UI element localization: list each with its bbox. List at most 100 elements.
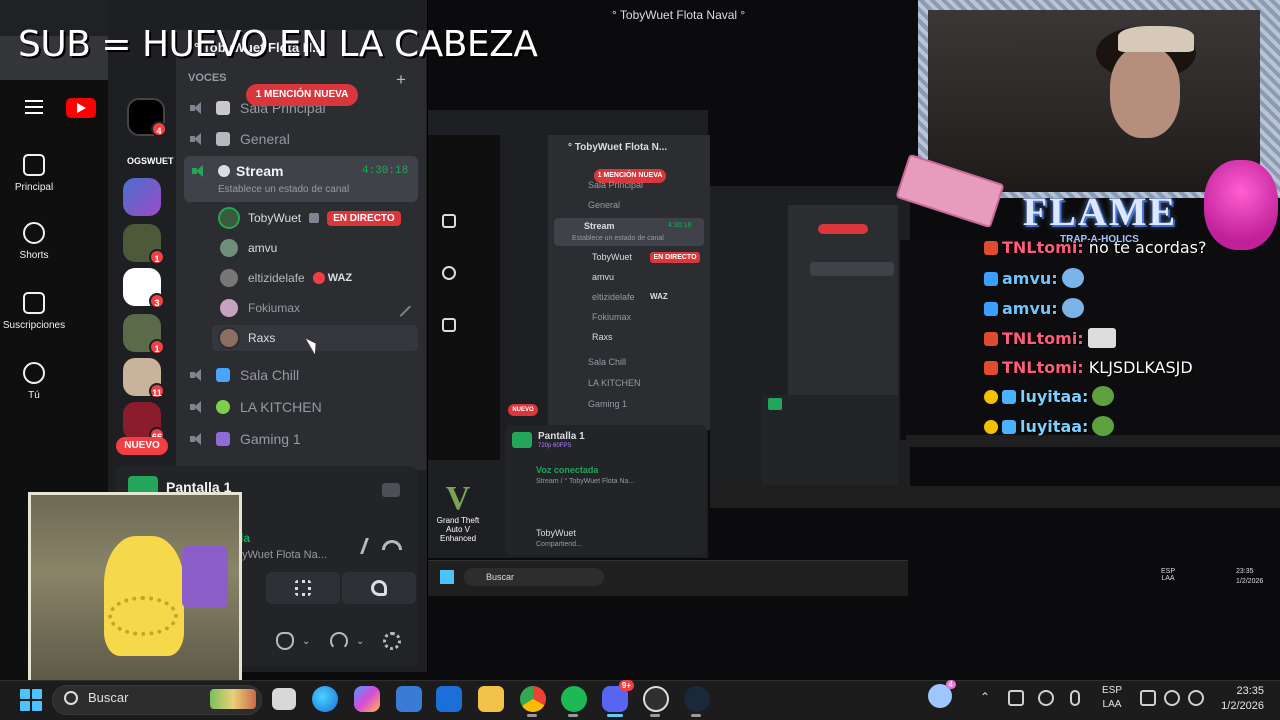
soundboard-icon — [371, 580, 387, 596]
gamepad-icon — [216, 432, 230, 446]
new-badge[interactable]: NUEVO — [116, 437, 168, 455]
category-header[interactable]: VOCES — [188, 72, 227, 84]
member-eltizidelafe[interactable]: eltizidelafe WAZ — [218, 266, 352, 290]
shorts-icon — [23, 222, 45, 244]
overlay-sub-text: SUB = HUEVO EN LA CABEZA — [18, 24, 538, 65]
chat-message: amvu: — [984, 268, 1084, 288]
microphone-tray-icon[interactable] — [1070, 690, 1080, 706]
sync-icon[interactable] — [1038, 690, 1054, 706]
nested-voice-connected: Voz conectada — [536, 465, 599, 475]
channel-emoji — [216, 368, 230, 382]
nested-mention-pill-2 — [818, 224, 868, 234]
pepe-emote-icon — [1092, 386, 1115, 406]
settings-gear-icon[interactable] — [383, 632, 401, 650]
server-icon-4[interactable]: 1 — [123, 224, 165, 265]
server-icon-ef[interactable]: 4 — [127, 98, 167, 137]
nested-new-badge: NUEVO — [508, 404, 538, 416]
badge-icon — [984, 302, 998, 316]
search-highlight-icon[interactable] — [210, 689, 256, 709]
server-icon-3[interactable] — [123, 178, 161, 216]
nav-item-subscriptions[interactable]: Suscripciones — [0, 292, 68, 331]
megaphone-icon — [216, 132, 230, 146]
display-icon[interactable] — [1140, 690, 1156, 706]
mention-pill[interactable]: 1 MENCIÓN NUEVA — [246, 84, 358, 106]
server-icon-en[interactable]: 3 — [123, 268, 165, 309]
start-button[interactable] — [20, 689, 42, 711]
activity-button[interactable] — [266, 572, 340, 604]
channel-status[interactable]: Establece un estado de canal — [218, 184, 349, 195]
member-tobywuet[interactable]: TobyWuet EN DIRECTO — [218, 206, 401, 230]
server-icon-7[interactable]: 11 — [123, 358, 165, 399]
avatar — [218, 327, 240, 349]
search-icon — [64, 691, 78, 705]
nav-item-shorts[interactable]: Shorts — [0, 222, 68, 261]
nested-voice-panel-2 — [762, 395, 898, 485]
window-title: ° TobyWuet Flota Naval ° — [612, 8, 746, 22]
server-icon-ny[interactable]: 66 — [123, 402, 165, 443]
obs-icon[interactable] — [643, 686, 669, 712]
emote-icon — [1087, 328, 1116, 348]
nested-stream-row-2 — [810, 262, 894, 276]
folder-icon[interactable] — [478, 686, 504, 712]
outlook-icon[interactable] — [436, 686, 462, 712]
nested-channel: Gaming 1 — [588, 399, 628, 409]
speaker-icon — [190, 101, 206, 115]
badge-icon — [984, 420, 998, 434]
badge-icon — [984, 390, 998, 404]
steam-icon[interactable] — [684, 686, 710, 712]
edge-icon[interactable] — [312, 686, 338, 712]
nested-lang: ESP LAA — [1160, 568, 1175, 582]
nested-search-box — [464, 568, 604, 586]
task-view-icon[interactable] — [272, 688, 296, 710]
volume-icon[interactable] — [1164, 690, 1180, 706]
channel-emoji — [216, 101, 230, 115]
add-channel-icon[interactable]: + — [396, 70, 406, 90]
battery-icon[interactable] — [1188, 690, 1204, 706]
emote-icon — [1061, 268, 1084, 288]
nav-item-home[interactable]: Principal — [0, 154, 68, 193]
channel-gaming-1[interactable]: Gaming 1 — [190, 427, 301, 451]
nested-screen-icon-2 — [768, 398, 782, 410]
server-icon-ogswuet[interactable]: OGSWUET — [127, 142, 174, 180]
spotify-icon[interactable] — [561, 686, 587, 712]
running-indicator — [568, 714, 578, 717]
chat-message: amvu: — [984, 298, 1084, 318]
language-indicator[interactable]: ESP LAA — [1102, 684, 1122, 712]
nested-taskbar-3 — [906, 435, 1280, 447]
nested-member: TobyWuet — [592, 252, 632, 262]
voice-channel-path[interactable]: byWuet Flota Na... — [236, 549, 327, 561]
nested-live-badge: EN DIRECTO — [650, 252, 700, 263]
chevron-down-icon[interactable]: ⌄ — [356, 636, 364, 647]
channel-general[interactable]: General — [190, 127, 290, 151]
avatar — [218, 267, 240, 289]
nested-pantalla: Pantalla 1 — [538, 431, 585, 442]
member-fokiumax[interactable]: Fokiumax — [218, 296, 300, 320]
chevron-down-icon[interactable]: ⌄ — [302, 636, 310, 647]
server-icon-6[interactable]: 1 — [123, 314, 165, 355]
popout-icon[interactable] — [382, 483, 400, 497]
member-raxs[interactable]: Raxs — [218, 326, 275, 350]
headphones-icon[interactable] — [330, 632, 348, 650]
youtube-logo[interactable] — [66, 98, 96, 118]
weather-icon[interactable]: 4 — [928, 680, 956, 708]
nested-voice-sub: Stream / ° TobyWuet Flota Na... — [536, 478, 635, 485]
store-icon[interactable] — [396, 686, 422, 712]
stream-channel-name: Stream — [236, 163, 284, 179]
nested-taskbar-2 — [710, 486, 1280, 508]
menu-icon[interactable] — [25, 100, 43, 114]
nav-item-you[interactable]: Tú — [0, 362, 68, 401]
copilot-icon[interactable] — [354, 686, 380, 712]
flame-logo: FLAME — [1022, 189, 1178, 234]
taskbar-clock[interactable]: 23:35 1/2/2026 — [1212, 684, 1264, 714]
discord-icon[interactable]: 9+ — [602, 680, 634, 712]
member-amvu[interactable]: amvu — [218, 236, 277, 260]
soundboard-button[interactable] — [342, 572, 416, 604]
home-icon — [23, 154, 45, 176]
network-off-icon[interactable] — [1008, 690, 1024, 706]
chevron-up-icon[interactable]: ⌃ — [980, 690, 990, 704]
channel-stream[interactable] — [184, 156, 418, 202]
channel-la-kitchen[interactable]: LA KITCHEN — [190, 395, 322, 419]
channel-sala-chill[interactable]: Sala Chill — [190, 363, 299, 387]
chrome-icon[interactable] — [520, 686, 546, 712]
microphone-icon[interactable] — [276, 632, 294, 650]
